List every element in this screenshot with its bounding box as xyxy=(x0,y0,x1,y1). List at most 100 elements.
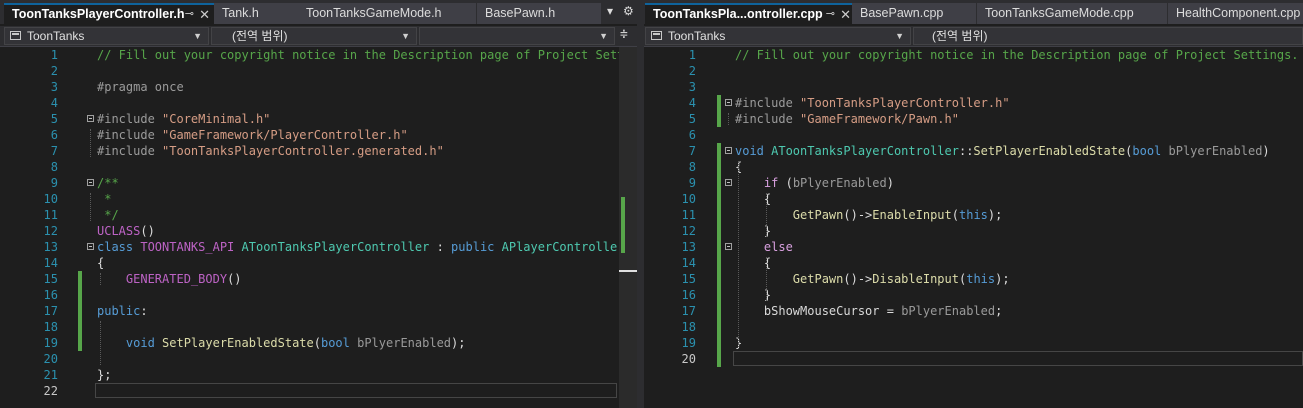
collapse-toggle-icon[interactable] xyxy=(725,243,732,250)
code-line[interactable]: 6 #include "GameFramework/PlayerControlle… xyxy=(0,127,637,143)
code-line[interactable]: 13 else xyxy=(644,239,1303,255)
code-line[interactable]: 11 GetPawn()->EnableInput(this); xyxy=(644,207,1303,223)
project-dropdown[interactable]: ToonTanks ▼ xyxy=(645,27,911,45)
code-token: : xyxy=(140,304,148,318)
code-line[interactable]: 14 { xyxy=(0,255,637,271)
code-line[interactable]: 15 GENERATED_BODY() xyxy=(0,271,637,287)
close-icon[interactable]: ✕ xyxy=(840,5,851,24)
code-token: AToonTanksPlayerController xyxy=(241,240,430,254)
code-line[interactable]: 7 void AToonTanksPlayerController::SetPla… xyxy=(644,143,1303,159)
collapse-toggle-icon[interactable] xyxy=(725,99,732,106)
code-line[interactable]: 19} xyxy=(644,335,1303,351)
line-number: 17 xyxy=(43,304,58,318)
code-text: #include "GameFramework/Pawn.h" xyxy=(735,111,959,127)
pane-splitter[interactable] xyxy=(637,0,644,408)
code-line[interactable]: 4 #include "ToonTanksPlayerController.h" xyxy=(644,95,1303,111)
code-token: bPlyerEnabled xyxy=(792,176,887,190)
code-token: SetPlayerEnabledState xyxy=(162,336,314,350)
code-token: GENERATED_BODY xyxy=(125,272,228,286)
code-line[interactable]: 2 xyxy=(0,63,637,79)
split-editor-icon[interactable]: ≑ xyxy=(620,27,628,42)
code-token: ) xyxy=(886,176,894,190)
code-token: GetPawn xyxy=(792,272,844,286)
tab-toontanks-player-controller-cpp[interactable]: ToonTanksPla...ontroller.cpp ⊸ ✕ xyxy=(645,3,857,24)
tab-basepawn-cpp[interactable]: BasePawn.cpp xyxy=(852,3,976,24)
tab-label: ToonTanksPlayerController.h xyxy=(12,7,185,21)
tab-toontanks-gamemode-h[interactable]: ToonTanksGameMode.h xyxy=(298,3,476,24)
indent-guide xyxy=(100,273,101,285)
code-line[interactable]: 1 // Fill out your copyright notice in th… xyxy=(0,47,637,63)
tab-basepawn-h[interactable]: BasePawn.h xyxy=(477,3,601,24)
tab-toontanks-player-controller-h[interactable]: ToonTanksPlayerController.h ⊸ ✕ xyxy=(4,3,216,24)
code-line[interactable]: 15 GetPawn()->DisableInput(this); xyxy=(644,271,1303,287)
left-code-editor[interactable]: 1 // Fill out your copyright notice in th… xyxy=(0,47,637,408)
code-line[interactable]: 7 #include "ToonTanksPlayerController.gen… xyxy=(0,143,637,159)
code-line[interactable]: 19 void SetPlayerEnabledState(bool bPlye… xyxy=(0,335,637,351)
code-token: bool xyxy=(320,336,358,350)
code-line[interactable]: 5 #include "GameFramework/Pawn.h" xyxy=(644,111,1303,127)
code-text: #include "ToonTanksPlayerController.h" xyxy=(735,95,1010,111)
code-line[interactable]: 8{ xyxy=(644,159,1303,175)
tab-tank-h[interactable]: Tank.h xyxy=(214,3,298,24)
line-number: 15 xyxy=(43,272,58,286)
code-token: APlayerController xyxy=(501,240,625,254)
code-line[interactable]: 13 class TOONTANKS_API AToonTanksPlayerCo… xyxy=(0,239,637,255)
line-number: 2 xyxy=(50,64,58,78)
code-line[interactable]: 2 xyxy=(644,63,1303,79)
tab-list-dropdown-icon[interactable]: ▾ xyxy=(607,4,613,18)
code-line[interactable]: 17 public: xyxy=(0,303,637,319)
code-line[interactable]: 17 bShowMouseCursor = bPlyerEnabled; xyxy=(644,303,1303,319)
pin-icon[interactable]: ⊸ xyxy=(826,5,835,24)
scope-dropdown[interactable]: (전역 범위) ▼ xyxy=(211,27,417,45)
code-line[interactable]: 6 xyxy=(644,127,1303,143)
code-line[interactable]: 12 } xyxy=(644,223,1303,239)
collapse-toggle-icon[interactable] xyxy=(87,243,94,250)
code-line[interactable]: 4 xyxy=(0,95,637,111)
code-line[interactable]: 18 xyxy=(644,319,1303,335)
code-line[interactable]: 10 { xyxy=(644,191,1303,207)
indent-guide xyxy=(766,193,767,237)
code-line[interactable]: 14 { xyxy=(644,255,1303,271)
tab-toontanks-gamemode-cpp[interactable]: ToonTanksGameMode.cpp xyxy=(977,3,1167,24)
tab-healthcomponent-cpp[interactable]: HealthComponent.cpp xyxy=(1168,3,1303,24)
code-line[interactable]: 18 xyxy=(0,319,637,335)
code-line[interactable]: 12 UCLASS() xyxy=(0,223,637,239)
pin-icon[interactable]: ⊸ xyxy=(185,5,194,24)
collapse-toggle-icon[interactable] xyxy=(725,179,732,186)
settings-gear-icon[interactable]: ⚙ xyxy=(623,4,634,18)
member-dropdown[interactable]: ▼ xyxy=(419,27,615,45)
code-line[interactable]: 9 /** xyxy=(0,175,637,191)
collapse-toggle-icon[interactable] xyxy=(87,115,94,122)
close-icon[interactable]: ✕ xyxy=(199,5,210,24)
code-line[interactable]: 20 xyxy=(0,351,637,367)
code-token: () xyxy=(140,224,155,238)
code-token: { xyxy=(97,256,105,270)
code-token: bPlyerEnabled xyxy=(1168,144,1263,158)
line-number: 18 xyxy=(681,320,696,334)
left-vertical-scrollbar[interactable] xyxy=(619,47,637,408)
change-marker xyxy=(717,143,721,367)
code-line[interactable]: 3 xyxy=(644,79,1303,95)
code-line[interactable]: 10 * xyxy=(0,191,637,207)
right-code-editor[interactable]: 1 // Fill out your copyright notice in th… xyxy=(644,47,1303,408)
code-line[interactable]: 16 } xyxy=(644,287,1303,303)
code-line[interactable]: 3 #pragma once xyxy=(0,79,637,95)
code-line[interactable]: 16 xyxy=(0,287,637,303)
line-number: 19 xyxy=(43,336,58,350)
line-number: 2 xyxy=(688,64,696,78)
collapse-toggle-icon[interactable] xyxy=(725,147,732,154)
code-line[interactable]: 5 #include "CoreMinimal.h" xyxy=(0,111,637,127)
indent-guide xyxy=(766,257,767,301)
code-line[interactable]: 11 */ xyxy=(0,207,637,223)
tab-label: BasePawn.h xyxy=(485,6,556,20)
project-dropdown[interactable]: ToonTanks ▼ xyxy=(4,27,209,45)
code-line[interactable]: 21}; xyxy=(0,367,637,383)
line-number: 7 xyxy=(50,144,58,158)
scope-dropdown[interactable]: (전역 범위) xyxy=(913,27,1303,45)
code-line[interactable]: 8 xyxy=(0,159,637,175)
code-token: if xyxy=(763,176,786,190)
code-line[interactable]: 9 if (bPlyerEnabled) xyxy=(644,175,1303,191)
tab-label: ToonTanksPla...ontroller.cpp xyxy=(653,7,823,21)
collapse-toggle-icon[interactable] xyxy=(87,179,94,186)
code-line[interactable]: 1 // Fill out your copyright notice in th… xyxy=(644,47,1303,63)
